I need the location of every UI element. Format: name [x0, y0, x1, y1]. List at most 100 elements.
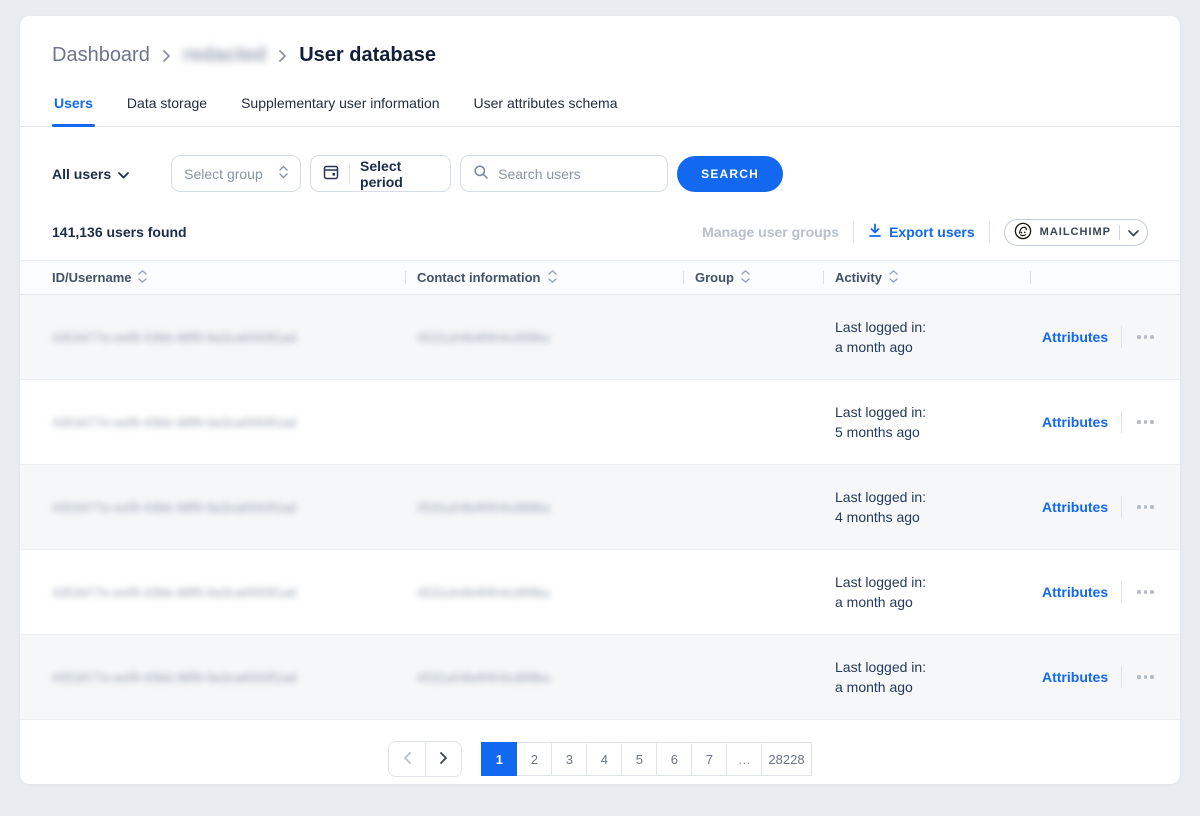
breadcrumb-dashboard[interactable]: Dashboard [52, 44, 150, 67]
column-header-group[interactable]: Group [683, 261, 823, 294]
search-input[interactable] [498, 166, 648, 182]
all-users-dropdown[interactable]: All users [52, 166, 129, 182]
page-number-list: 1234567…28228 [482, 742, 811, 776]
sort-icon [889, 270, 898, 286]
column-label: Activity [835, 270, 882, 285]
cell-activity: Last logged in:a month ago [823, 657, 1030, 698]
page-button-7[interactable]: 7 [691, 742, 727, 776]
breadcrumb-project-blurred[interactable]: redacted [183, 44, 266, 67]
page-button-3[interactable]: 3 [551, 742, 587, 776]
previous-page-button[interactable] [389, 742, 425, 776]
cell-activity: Last logged in:a month ago [823, 317, 1030, 358]
column-header-contact-information[interactable]: Contact information [405, 261, 683, 294]
sort-icon [548, 270, 557, 286]
cell-contact-information: 4531uh4b4f4h4cd99bu [405, 584, 683, 600]
last-logged-in-label: Last logged in: [835, 487, 1030, 507]
contact-info-blurred: 4531uh4b4f4h4cd99bu [417, 500, 550, 515]
pagination-nav [388, 741, 462, 777]
mailchimp-button[interactable]: MAILCHIMP [1004, 219, 1148, 246]
last-logged-in-label: Last logged in: [835, 657, 1030, 677]
attributes-button[interactable]: Attributes [1042, 499, 1108, 515]
updown-stepper-icon [279, 165, 288, 182]
dot [1150, 590, 1154, 594]
cell-actions: Attributes [1030, 581, 1180, 603]
attributes-button[interactable]: Attributes [1042, 329, 1108, 345]
divider [853, 221, 854, 243]
cell-actions: Attributes [1030, 666, 1180, 688]
contact-info-blurred: 4531uh4b4f4h4cd99bu [417, 585, 550, 600]
chevron-left-icon [403, 751, 412, 768]
table-row: 4353477e-eef9-43bb-98f9-9a3ca6593f1ad453… [20, 295, 1180, 380]
row-menu-button[interactable] [1135, 329, 1156, 345]
chevron-right-icon [439, 751, 448, 768]
table-header: ID/Username Contact information Group Ac… [20, 260, 1180, 295]
tab-supplementary-user-information[interactable]: Supplementary user information [239, 91, 441, 126]
divider [1119, 225, 1120, 240]
dot [1144, 590, 1148, 594]
search-button[interactable]: SEARCH [677, 156, 783, 192]
column-header-id-username[interactable]: ID/Username [20, 261, 405, 294]
export-users-button[interactable]: Export users [868, 223, 975, 241]
cell-id-username: 4353477e-eef9-43bb-98f9-9a3ca6593f1ad [20, 329, 405, 345]
table-row: 4353477e-eef9-43bb-98f9-9a3ca6593f1ad Las… [20, 380, 1180, 465]
divider [989, 221, 990, 243]
attributes-button[interactable]: Attributes [1042, 584, 1108, 600]
last-logged-in-label: Last logged in: [835, 572, 1030, 592]
select-group-placeholder: Select group [184, 166, 263, 182]
row-menu-button[interactable] [1135, 584, 1156, 600]
last-logged-in-value: 5 months ago [835, 422, 1030, 442]
user-database-card: Dashboard redacted User database Users D… [20, 16, 1180, 784]
cell-activity: Last logged in:a month ago [823, 572, 1030, 613]
export-users-label: Export users [889, 224, 975, 240]
next-page-button[interactable] [425, 742, 461, 776]
chevron-right-icon [278, 49, 287, 63]
user-id-blurred: 4353477e-eef9-43bb-98f9-9a3ca6593f1ad [52, 670, 296, 685]
dot [1150, 420, 1154, 424]
tab-data-storage[interactable]: Data storage [125, 91, 209, 126]
chevron-right-icon [162, 49, 171, 63]
dot [1137, 420, 1141, 424]
column-header-actions [1030, 261, 1180, 294]
contact-info-blurred: 4531uh4b4f4h4cd99bu [417, 670, 550, 685]
page-button-2[interactable]: 2 [516, 742, 552, 776]
select-period-datepicker[interactable]: Select period [310, 155, 451, 192]
users-found-count: 141,136 users found [52, 224, 187, 240]
row-menu-button[interactable] [1135, 499, 1156, 515]
row-menu-button[interactable] [1135, 414, 1156, 430]
column-label: Group [695, 270, 734, 285]
divider [349, 164, 350, 184]
divider [1121, 581, 1122, 603]
user-id-blurred: 4353477e-eef9-43bb-98f9-9a3ca6593f1ad [52, 415, 296, 430]
filter-row: All users Select group Select period SEA… [20, 155, 1180, 192]
page-button-4[interactable]: 4 [586, 742, 622, 776]
page-button-5[interactable]: 5 [621, 742, 657, 776]
page-button-1[interactable]: 1 [481, 742, 517, 776]
mailchimp-label: MAILCHIMP [1040, 226, 1111, 238]
select-period-label: Select period [360, 158, 438, 190]
tab-user-attributes-schema[interactable]: User attributes schema [472, 91, 620, 126]
cell-id-username: 4353477e-eef9-43bb-98f9-9a3ca6593f1ad [20, 584, 405, 600]
cell-contact-information: 4531uh4b4f4h4cd99bu [405, 499, 683, 515]
breadcrumb: Dashboard redacted User database [20, 16, 1180, 67]
select-group-dropdown[interactable]: Select group [171, 155, 301, 192]
dot [1144, 420, 1148, 424]
dot [1144, 505, 1148, 509]
attributes-button[interactable]: Attributes [1042, 669, 1108, 685]
divider [1121, 326, 1122, 348]
user-id-blurred: 4353477e-eef9-43bb-98f9-9a3ca6593f1ad [52, 585, 296, 600]
attributes-button[interactable]: Attributes [1042, 414, 1108, 430]
cell-activity: Last logged in:4 months ago [823, 487, 1030, 528]
divider [1121, 411, 1122, 433]
tab-bar: Users Data storage Supplementary user in… [20, 91, 1180, 127]
row-menu-button[interactable] [1135, 669, 1156, 685]
column-header-activity[interactable]: Activity [823, 261, 1030, 294]
dot [1150, 505, 1154, 509]
tab-users[interactable]: Users [52, 91, 95, 126]
table-row: 4353477e-eef9-43bb-98f9-9a3ca6593f1ad453… [20, 465, 1180, 550]
page-button-28228[interactable]: 28228 [761, 742, 811, 776]
last-logged-in-label: Last logged in: [835, 402, 1030, 422]
manage-user-groups-button[interactable]: Manage user groups [702, 224, 839, 240]
cell-contact-information: 4531uh4b4f4h4cd99bu [405, 329, 683, 345]
page-button-6[interactable]: 6 [656, 742, 692, 776]
dot [1150, 675, 1154, 679]
